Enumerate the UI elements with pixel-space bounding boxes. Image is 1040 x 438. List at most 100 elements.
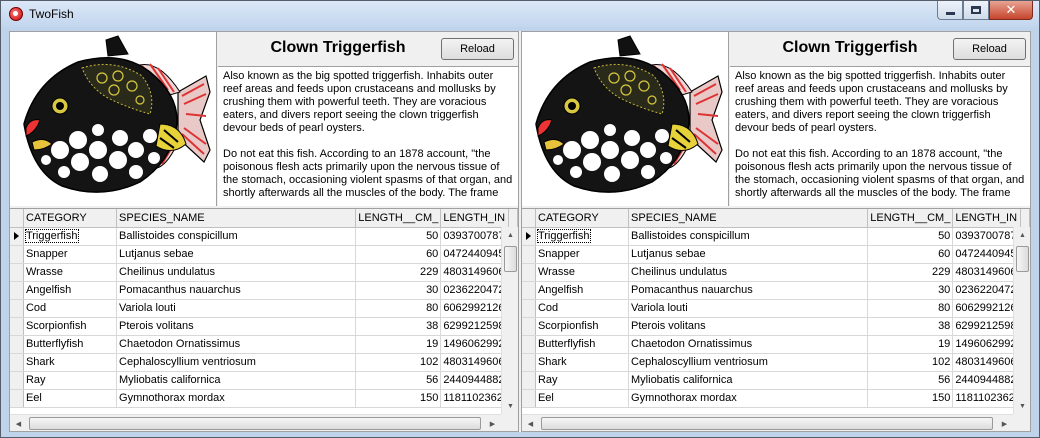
table-row[interactable]: Ray Myliobatis californica 56 2440944882 bbox=[10, 371, 518, 390]
cell-length-cm[interactable]: 50 bbox=[355, 227, 442, 246]
cell-species-name[interactable]: Variola louti bbox=[628, 299, 869, 318]
row-indicator[interactable] bbox=[10, 371, 24, 390]
cell-category[interactable]: Shark bbox=[535, 353, 630, 372]
cell-length-cm[interactable]: 60 bbox=[867, 245, 954, 264]
cell-category[interactable]: Triggerfish bbox=[23, 227, 118, 246]
scroll-right-arrow-icon[interactable]: ▶ bbox=[996, 415, 1013, 431]
cell-species-name[interactable]: Lutjanus sebae bbox=[628, 245, 869, 264]
scroll-down-arrow-icon[interactable]: ▼ bbox=[1014, 398, 1030, 415]
table-row[interactable]: Snapper Lutjanus sebae 60 0472440945 bbox=[10, 245, 518, 264]
horizontal-scrollbar[interactable]: ◀ ▶ bbox=[10, 414, 518, 431]
cell-category[interactable]: Snapper bbox=[535, 245, 630, 264]
cell-length-in[interactable]: 0472440945 bbox=[952, 245, 1022, 264]
cell-species-name[interactable]: Pomacanthus nauarchus bbox=[116, 281, 357, 300]
cell-species-name[interactable]: Cheilinus undulatus bbox=[116, 263, 357, 282]
cell-length-in[interactable]: 6062992126 bbox=[440, 299, 510, 318]
maximize-button[interactable] bbox=[963, 1, 989, 20]
cell-species-name[interactable]: Chaetodon Ornatissimus bbox=[628, 335, 869, 354]
column-header-species-name[interactable]: SPECIES_NAME bbox=[628, 209, 869, 228]
cell-species-name[interactable]: Pterois volitans bbox=[628, 317, 869, 336]
cell-category[interactable]: Wrasse bbox=[535, 263, 630, 282]
cell-length-cm[interactable]: 19 bbox=[355, 335, 442, 354]
cell-length-in[interactable]: 4803149606 bbox=[952, 263, 1022, 282]
cell-length-cm[interactable]: 56 bbox=[867, 371, 954, 390]
cell-length-in[interactable]: 0393700787 bbox=[952, 227, 1022, 246]
cell-category[interactable]: Butterflyfish bbox=[23, 335, 118, 354]
vertical-scroll-thumb[interactable] bbox=[1016, 246, 1029, 272]
row-indicator[interactable] bbox=[522, 227, 536, 246]
cell-length-cm[interactable]: 102 bbox=[355, 353, 442, 372]
table-row[interactable]: Ray Myliobatis californica 56 2440944882 bbox=[522, 371, 1030, 390]
app-icon[interactable] bbox=[9, 7, 23, 21]
scroll-left-arrow-icon[interactable]: ◀ bbox=[522, 415, 539, 431]
cell-species-name[interactable]: Ballistoides conspicillum bbox=[116, 227, 357, 246]
cell-length-cm[interactable]: 229 bbox=[867, 263, 954, 282]
scroll-up-arrow-icon[interactable]: ▲ bbox=[1014, 227, 1030, 244]
cell-length-cm[interactable]: 30 bbox=[355, 281, 442, 300]
table-row[interactable]: Butterflyfish Chaetodon Ornatissimus 19 149… bbox=[522, 335, 1030, 354]
row-indicator[interactable] bbox=[522, 371, 536, 390]
column-header-species-name[interactable]: SPECIES_NAME bbox=[116, 209, 357, 228]
fish-notes-memo[interactable]: Also known as the big spotted triggerfis… bbox=[730, 66, 1030, 206]
cell-category[interactable]: Cod bbox=[535, 299, 630, 318]
row-indicator[interactable] bbox=[10, 299, 24, 318]
close-button[interactable]: ✕ bbox=[989, 1, 1033, 20]
cell-category[interactable]: Triggerfish bbox=[535, 227, 630, 246]
cell-length-in[interactable]: 6062992126 bbox=[952, 299, 1022, 318]
row-indicator[interactable] bbox=[522, 353, 536, 372]
scroll-up-arrow-icon[interactable]: ▲ bbox=[502, 227, 518, 244]
column-header-length-in[interactable]: LENGTH_IN bbox=[440, 209, 510, 228]
vertical-scrollbar[interactable]: ▲ ▼ bbox=[1013, 227, 1030, 415]
row-indicator[interactable] bbox=[522, 245, 536, 264]
row-indicator[interactable] bbox=[522, 299, 536, 318]
cell-length-in[interactable]: 2440944882 bbox=[952, 371, 1022, 390]
cell-species-name[interactable]: Chaetodon Ornatissimus bbox=[116, 335, 357, 354]
row-indicator[interactable] bbox=[522, 317, 536, 336]
cell-length-in[interactable]: 6299212598 bbox=[952, 317, 1022, 336]
cell-length-cm[interactable]: 56 bbox=[355, 371, 442, 390]
table-row[interactable]: Triggerfish Ballistoides conspicillum 50 03… bbox=[10, 227, 518, 246]
cell-length-in[interactable]: 0236220472 bbox=[440, 281, 510, 300]
table-row[interactable]: Triggerfish Ballistoides conspicillum 50 03… bbox=[522, 227, 1030, 246]
table-row[interactable]: Eel Gymnothorax mordax 150 1181102362 bbox=[522, 389, 1030, 408]
reload-button[interactable]: Reload bbox=[953, 38, 1026, 60]
row-indicator[interactable] bbox=[522, 281, 536, 300]
table-row[interactable]: Shark Cephaloscyllium ventriosum 102 480314… bbox=[10, 353, 518, 372]
cell-category[interactable]: Eel bbox=[23, 389, 118, 408]
row-indicator[interactable] bbox=[10, 335, 24, 354]
horizontal-scroll-thumb[interactable] bbox=[541, 417, 993, 430]
cell-category[interactable]: Angelfish bbox=[23, 281, 118, 300]
cell-category[interactable]: Ray bbox=[535, 371, 630, 390]
row-indicator[interactable] bbox=[10, 353, 24, 372]
cell-length-cm[interactable]: 38 bbox=[355, 317, 442, 336]
scroll-right-arrow-icon[interactable]: ▶ bbox=[484, 415, 501, 431]
table-row[interactable]: Scorpionfish Pterois volitans 38 6299212598 bbox=[522, 317, 1030, 336]
cell-length-in[interactable]: 1496062992 bbox=[440, 335, 510, 354]
cell-species-name[interactable]: Cephaloscyllium ventriosum bbox=[116, 353, 357, 372]
cell-length-cm[interactable]: 38 bbox=[867, 317, 954, 336]
cell-length-in[interactable]: 0393700787 bbox=[440, 227, 510, 246]
cell-category[interactable]: Eel bbox=[535, 389, 630, 408]
cell-category[interactable]: Shark bbox=[23, 353, 118, 372]
cell-category[interactable]: Butterflyfish bbox=[535, 335, 630, 354]
scroll-left-arrow-icon[interactable]: ◀ bbox=[10, 415, 27, 431]
cell-length-cm[interactable]: 50 bbox=[867, 227, 954, 246]
horizontal-scrollbar[interactable]: ◀ ▶ bbox=[522, 414, 1030, 431]
column-header-length-cm[interactable]: LENGTH__CM_ bbox=[867, 209, 954, 228]
cell-length-in[interactable]: 1496062992 bbox=[952, 335, 1022, 354]
cell-species-name[interactable]: Pomacanthus nauarchus bbox=[628, 281, 869, 300]
table-row[interactable]: Cod Variola louti 80 6062992126 bbox=[522, 299, 1030, 318]
row-indicator[interactable] bbox=[522, 263, 536, 282]
cell-category[interactable]: Angelfish bbox=[535, 281, 630, 300]
table-row[interactable]: Angelfish Pomacanthus nauarchus 30 02362204… bbox=[522, 281, 1030, 300]
title-bar[interactable]: TwoFish ✕ bbox=[1, 1, 1039, 27]
table-row[interactable]: Butterflyfish Chaetodon Ornatissimus 19 149… bbox=[10, 335, 518, 354]
cell-category[interactable]: Wrasse bbox=[23, 263, 118, 282]
cell-length-in[interactable]: 4803149606 bbox=[440, 353, 510, 372]
cell-category[interactable]: Scorpionfish bbox=[23, 317, 118, 336]
table-row[interactable]: Wrasse Cheilinus undulatus 229 4803149606 bbox=[10, 263, 518, 282]
minimize-button[interactable] bbox=[937, 1, 963, 20]
scroll-down-arrow-icon[interactable]: ▼ bbox=[502, 398, 518, 415]
fish-data-grid[interactable]: CATEGORY SPECIES_NAME LENGTH__CM_ LENGTH… bbox=[10, 208, 518, 431]
cell-species-name[interactable]: Cheilinus undulatus bbox=[628, 263, 869, 282]
